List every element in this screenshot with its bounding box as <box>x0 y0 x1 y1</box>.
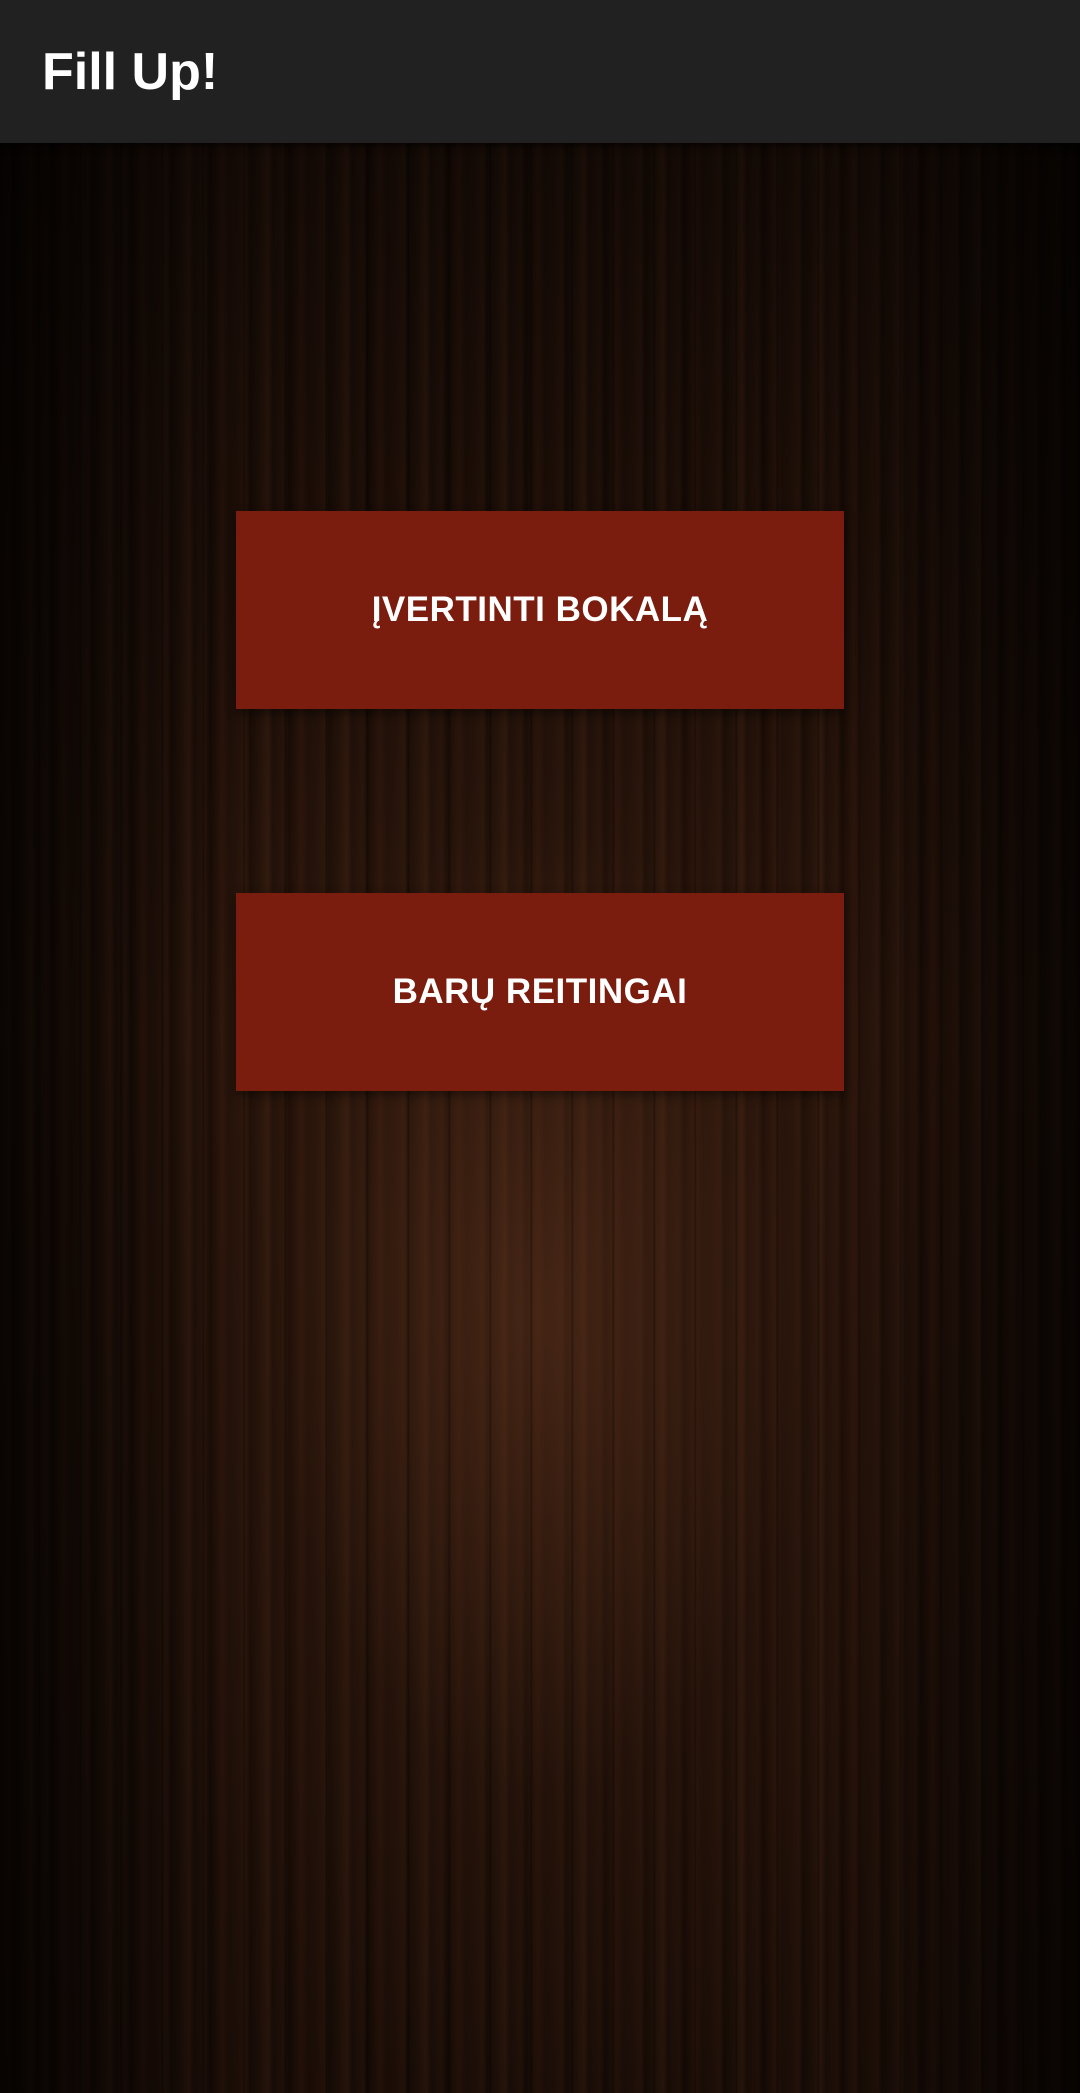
bar-ratings-button[interactable]: BARŲ REITINGAI <box>236 893 844 1091</box>
background-vignette <box>0 143 1080 2093</box>
app-title: Fill Up! <box>42 43 219 101</box>
rate-mug-button[interactable]: ĮVERTINTI BOKALĄ <box>236 511 844 709</box>
wood-background <box>0 143 1080 2093</box>
app-bar: Fill Up! <box>0 0 1080 143</box>
